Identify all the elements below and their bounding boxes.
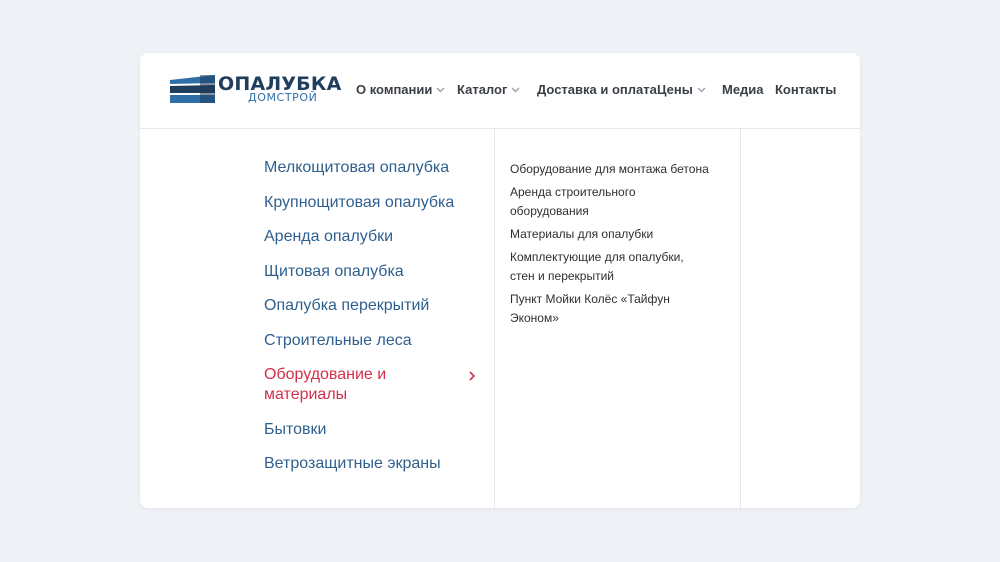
category-item[interactable]: Аренда опалубки (264, 227, 479, 247)
nav-item-label: Доставка и оплата (537, 82, 657, 97)
category-item[interactable]: Щитовая опалубка (264, 262, 479, 282)
nav-item-label: Медиа (722, 82, 764, 97)
nav-item-label: Цены (657, 82, 693, 97)
mega-menu-card: ОПАЛУБКА ДОМСТРОЙ О компании Каталог Дос… (140, 53, 860, 508)
nav-item-label: Каталог (457, 82, 508, 97)
nav-item-contacts[interactable]: Контакты (775, 81, 836, 99)
subcategory-item[interactable]: Материалы для опалубки (510, 225, 710, 244)
logo-mark-icon (170, 75, 215, 103)
nav-item-delivery[interactable]: Доставка и оплата (537, 81, 657, 99)
chevron-down-icon (511, 87, 520, 93)
chevron-down-icon (697, 87, 706, 93)
logo-subtitle: ДОМСТРОЙ (248, 91, 318, 104)
column-divider (740, 129, 741, 508)
subcategory-item[interactable]: Оборудование для монтажа бетона (510, 160, 710, 179)
subcategory-item[interactable]: Аренда строительного оборудования (510, 183, 710, 221)
subcategory-item[interactable]: Комплектующие для опалубки, стен и перек… (510, 248, 710, 286)
chevron-right-icon (469, 371, 476, 381)
category-item[interactable]: Бытовки (264, 420, 479, 440)
chevron-down-icon (436, 87, 445, 93)
category-item[interactable]: Опалубка перекрытий (264, 296, 479, 316)
subcategory-list: Оборудование для монтажа бетона Аренда с… (510, 160, 710, 332)
category-list: Мелкощитовая опалубка Крупнощитовая опал… (264, 158, 479, 489)
logo[interactable]: ОПАЛУБКА ДОМСТРОЙ (170, 73, 341, 109)
category-item[interactable]: Мелкощитовая опалубка (264, 158, 479, 178)
category-item[interactable]: Строительные леса (264, 331, 479, 351)
nav-item-label: Контакты (775, 82, 837, 97)
category-item[interactable]: Крупнощитовая опалубка (264, 193, 479, 213)
column-divider (494, 129, 495, 508)
category-item-label: Оборудование и материалы (264, 366, 387, 403)
nav-item-about[interactable]: О компании (356, 81, 445, 99)
category-item[interactable]: Ветрозащитные экраны (264, 454, 479, 474)
category-item-active[interactable]: Оборудование и материалы (264, 365, 479, 405)
nav-item-catalog[interactable]: Каталог (457, 81, 520, 99)
nav-item-media[interactable]: Медиа (722, 81, 764, 99)
site-header: ОПАЛУБКА ДОМСТРОЙ О компании Каталог Дос… (140, 53, 860, 129)
nav-item-label: О компании (356, 82, 433, 97)
nav-item-prices[interactable]: Цены (657, 81, 706, 99)
subcategory-item[interactable]: Пункт Мойки Колёс «Тайфун Эконом» (510, 290, 710, 328)
